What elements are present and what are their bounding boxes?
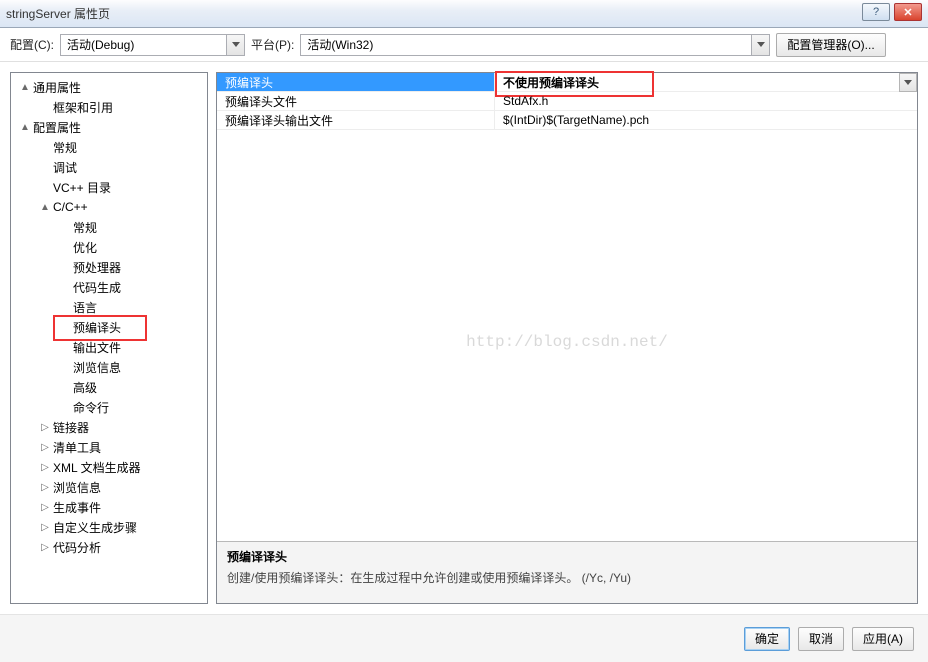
right-panel: 预编译头不使用预编译译头预编译头文件StdAfx.h预编译译头输出文件$(Int… — [216, 72, 918, 604]
tree-item[interactable]: 框架和引用 — [11, 97, 207, 117]
config-manager-button[interactable]: 配置管理器(O)... — [776, 33, 885, 57]
property-value[interactable]: StdAfx.h — [495, 92, 917, 110]
property-value[interactable]: 不使用预编译译头 — [495, 73, 917, 91]
tree-item-label: 调试 — [53, 159, 77, 176]
tree-item-label: 链接器 — [53, 419, 89, 436]
tree-item-label: 自定义生成步骤 — [53, 519, 137, 536]
tree-item[interactable]: 命令行 — [11, 397, 207, 417]
tree-item[interactable]: 预编译头 — [11, 317, 207, 337]
tree-item-label: 预处理器 — [73, 259, 121, 276]
tree-item-label: 生成事件 — [53, 499, 101, 516]
help-button[interactable]: ? — [862, 3, 890, 21]
tree-item-label: 浏览信息 — [73, 359, 121, 376]
expand-icon: ▲ — [19, 122, 31, 133]
top-controls: 配置(C): 活动(Debug) 平台(P): 活动(Win32) 配置管理器(… — [0, 28, 928, 62]
description-body: 创建/使用预编译译头：在生成过程中允许创建或使用预编译译头。 (/Yc, /Yu… — [227, 569, 907, 586]
tree-item-label: 高级 — [73, 379, 97, 396]
platform-combo[interactable]: 活动(Win32) — [300, 34, 770, 56]
tree-item[interactable]: ▲通用属性 — [11, 77, 207, 97]
apply-button[interactable]: 应用(A) — [852, 627, 914, 651]
description-title: 预编译译头 — [227, 548, 907, 565]
window-title: stringServer 属性页 — [6, 5, 110, 22]
expand-icon: ▲ — [19, 82, 31, 93]
ok-button[interactable]: 确定 — [744, 627, 790, 651]
config-label: 配置(C): — [10, 36, 54, 53]
expand-icon: ▷ — [39, 422, 51, 433]
tree-item[interactable]: 高级 — [11, 377, 207, 397]
config-combo[interactable]: 活动(Debug) — [60, 34, 245, 56]
expand-icon: ▷ — [39, 442, 51, 453]
expand-icon: ▷ — [39, 522, 51, 533]
tree-item-label: C/C++ — [53, 200, 88, 214]
property-row[interactable]: 预编译头文件StdAfx.h — [217, 92, 917, 111]
chevron-down-icon — [751, 35, 769, 55]
tree-item-label: 配置属性 — [33, 119, 81, 136]
tree-item-label: 预编译头 — [73, 319, 121, 336]
tree-item[interactable]: VC++ 目录 — [11, 177, 207, 197]
main-area: ▲通用属性框架和引用▲配置属性常规调试VC++ 目录▲C/C++常规优化预处理器… — [0, 62, 928, 614]
tree-item-label: 代码生成 — [73, 279, 121, 296]
tree-item-label: VC++ 目录 — [53, 179, 111, 196]
tree-item[interactable]: 优化 — [11, 237, 207, 257]
tree-item-label: 优化 — [73, 239, 97, 256]
tree-item-label: 浏览信息 — [53, 479, 101, 496]
title-bar: stringServer 属性页 ? ✕ — [0, 0, 928, 28]
tree-item-label: 输出文件 — [73, 339, 121, 356]
property-name: 预编译头 — [217, 73, 495, 91]
watermark: http://blog.csdn.net/ — [466, 333, 668, 351]
tree-item[interactable]: ▲配置属性 — [11, 117, 207, 137]
expand-icon: ▷ — [39, 482, 51, 493]
tree-item[interactable]: 代码生成 — [11, 277, 207, 297]
tree-item[interactable]: ▲C/C++ — [11, 197, 207, 217]
tree-item[interactable]: 调试 — [11, 157, 207, 177]
chevron-down-icon — [226, 35, 244, 55]
tree-item[interactable]: 预处理器 — [11, 257, 207, 277]
platform-value: 活动(Win32) — [307, 36, 373, 53]
dropdown-button[interactable] — [899, 73, 917, 92]
tree-item-label: 代码分析 — [53, 539, 101, 556]
tree-item[interactable]: 输出文件 — [11, 337, 207, 357]
config-value: 活动(Debug) — [67, 36, 134, 53]
dialog-buttons: 确定 取消 应用(A) — [0, 614, 928, 662]
cancel-button[interactable]: 取消 — [798, 627, 844, 651]
tree-item-label: 框架和引用 — [53, 99, 113, 116]
tree-item-label: 常规 — [73, 219, 97, 236]
tree-item[interactable]: 常规 — [11, 137, 207, 157]
property-grid[interactable]: 预编译头不使用预编译译头预编译头文件StdAfx.h预编译译头输出文件$(Int… — [217, 73, 917, 541]
tree-item[interactable]: 浏览信息 — [11, 357, 207, 377]
expand-icon: ▷ — [39, 462, 51, 473]
tree-item[interactable]: ▷XML 文档生成器 — [11, 457, 207, 477]
property-name: 预编译头文件 — [217, 92, 495, 110]
property-row[interactable]: 预编译头不使用预编译译头 — [217, 73, 917, 92]
tree-item[interactable]: ▷浏览信息 — [11, 477, 207, 497]
expand-icon: ▲ — [39, 202, 51, 213]
tree-item-label: 命令行 — [73, 399, 109, 416]
tree-item[interactable]: ▷链接器 — [11, 417, 207, 437]
tree-item[interactable]: 语言 — [11, 297, 207, 317]
expand-icon: ▷ — [39, 502, 51, 513]
property-value[interactable]: $(IntDir)$(TargetName).pch — [495, 111, 917, 129]
tree-item[interactable]: ▷清单工具 — [11, 437, 207, 457]
tree-item[interactable]: ▷代码分析 — [11, 537, 207, 557]
window-buttons: ? ✕ — [862, 3, 922, 21]
property-name: 预编译译头输出文件 — [217, 111, 495, 129]
tree-item[interactable]: 常规 — [11, 217, 207, 237]
tree-item[interactable]: ▷自定义生成步骤 — [11, 517, 207, 537]
expand-icon: ▷ — [39, 542, 51, 553]
tree-item-label: 常规 — [53, 139, 77, 156]
tree-item-label: 语言 — [73, 299, 97, 316]
property-row[interactable]: 预编译译头输出文件$(IntDir)$(TargetName).pch — [217, 111, 917, 130]
platform-label: 平台(P): — [251, 36, 294, 53]
description-panel: 预编译译头 创建/使用预编译译头：在生成过程中允许创建或使用预编译译头。 (/Y… — [217, 541, 917, 603]
tree-item-label: XML 文档生成器 — [53, 459, 141, 476]
tree-item-label: 通用属性 — [33, 79, 81, 96]
close-button[interactable]: ✕ — [894, 3, 922, 21]
tree-item[interactable]: ▷生成事件 — [11, 497, 207, 517]
category-tree[interactable]: ▲通用属性框架和引用▲配置属性常规调试VC++ 目录▲C/C++常规优化预处理器… — [10, 72, 208, 604]
tree-item-label: 清单工具 — [53, 439, 101, 456]
